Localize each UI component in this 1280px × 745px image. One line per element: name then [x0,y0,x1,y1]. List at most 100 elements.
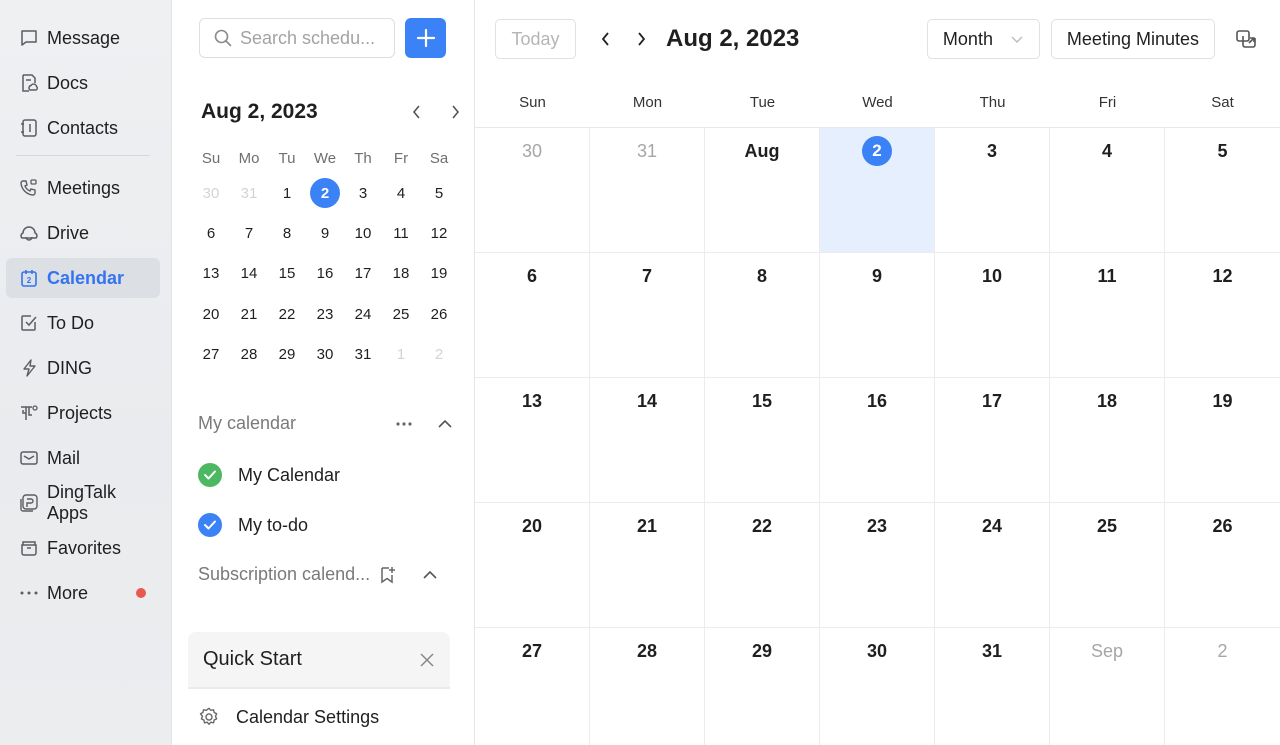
mini-day[interactable]: 20 [192,294,230,334]
mini-day[interactable]: 30 [306,334,344,374]
day-cell[interactable]: 26 [1165,503,1280,628]
search-box[interactable] [199,18,395,58]
mini-day[interactable]: 18 [382,254,420,294]
prev-month-button[interactable] [588,30,623,48]
mini-day[interactable]: 14 [230,254,268,294]
day-cell[interactable]: 28 [590,628,705,745]
nav-item-message[interactable]: Message [6,18,160,58]
close-quick-start-button[interactable] [419,652,435,668]
day-cell[interactable]: 17 [935,378,1050,503]
view-select[interactable]: Month [926,19,1040,59]
mini-day[interactable]: 4 [382,173,420,213]
mini-day[interactable]: 16 [306,254,344,294]
day-cell[interactable]: 10 [935,253,1050,378]
mini-day[interactable]: 2 [420,334,458,374]
search-input[interactable] [240,27,390,49]
nav-item-dingtalk-apps[interactable]: DingTalk Apps [6,482,160,523]
calendar-settings-item[interactable]: Calendar Settings [198,706,379,728]
mini-day[interactable]: 27 [192,334,230,374]
day-cell[interactable]: 3 [935,128,1050,253]
mini-day[interactable]: 23 [306,294,344,334]
day-cell[interactable]: 22 [705,503,820,628]
day-cell[interactable]: Sep [1050,628,1165,745]
day-cell[interactable]: 12 [1165,253,1280,378]
mini-day[interactable]: 6 [192,213,230,253]
mini-day[interactable]: 25 [382,294,420,334]
day-cell[interactable]: 9 [820,253,935,378]
day-cell[interactable]: 30 [475,128,590,253]
nav-item-more[interactable]: More [6,573,160,613]
day-cell[interactable]: 7 [590,253,705,378]
mini-day[interactable]: 22 [268,294,306,334]
mini-day-selected[interactable]: 2 [306,173,344,213]
day-cell[interactable]: 20 [475,503,590,628]
today-button[interactable]: Today [495,19,576,59]
day-cell[interactable]: Aug [705,128,820,253]
day-cell[interactable]: 27 [475,628,590,745]
mini-day[interactable]: 13 [192,254,230,294]
day-cell[interactable]: 25 [1050,503,1165,628]
day-cell[interactable]: 18 [1050,378,1165,503]
day-cell[interactable]: 23 [820,503,935,628]
checkbox-checked-icon[interactable] [198,513,222,537]
nav-item-to-do[interactable]: To Do [6,303,160,343]
nav-item-contacts[interactable]: Contacts [6,108,160,148]
day-cell[interactable]: 19 [1165,378,1280,503]
day-cell[interactable]: 14 [590,378,705,503]
day-cell[interactable]: 31 [935,628,1050,745]
checkbox-checked-icon[interactable] [198,463,222,487]
collapse-my-calendar-button[interactable] [437,419,453,429]
day-cell[interactable]: 2 [1165,628,1280,745]
mini-prev-month-button[interactable] [411,104,423,120]
day-cell[interactable]: 30 [820,628,935,745]
next-month-button[interactable] [623,30,658,48]
day-cell[interactable]: 5 [1165,128,1280,253]
calendar-list-item[interactable]: My to-do [198,513,308,537]
nav-item-projects[interactable]: Projects [6,393,160,433]
day-cell[interactable]: 8 [705,253,820,378]
mini-day[interactable]: 5 [420,173,458,213]
mini-day[interactable]: 12 [420,213,458,253]
mini-day[interactable]: 31 [230,173,268,213]
mini-day[interactable]: 26 [420,294,458,334]
nav-item-meetings[interactable]: Meetings [6,168,160,208]
mini-day[interactable]: 30 [192,173,230,213]
nav-item-ding[interactable]: DING [6,348,160,388]
day-cell[interactable]: 6 [475,253,590,378]
mini-day[interactable]: 28 [230,334,268,374]
mini-day[interactable]: 8 [268,213,306,253]
day-cell-today[interactable]: 2 [820,128,935,253]
subscribe-button[interactable] [380,566,396,584]
day-cell[interactable]: 11 [1050,253,1165,378]
nav-item-mail[interactable]: Mail [6,438,160,478]
mini-day[interactable]: 10 [344,213,382,253]
nav-item-docs[interactable]: Docs [6,63,160,103]
more-options-button[interactable] [395,421,413,427]
mini-day[interactable]: 3 [344,173,382,213]
day-cell[interactable]: 24 [935,503,1050,628]
mini-day[interactable]: 21 [230,294,268,334]
meeting-minutes-button[interactable]: Meeting Minutes [1050,19,1215,59]
mini-day[interactable]: 24 [344,294,382,334]
add-event-button[interactable] [405,18,446,58]
nav-item-favorites[interactable]: Favorites [6,528,160,568]
mini-day[interactable]: 1 [268,173,306,213]
day-cell[interactable]: 31 [590,128,705,253]
collapse-subscription-button[interactable] [422,570,438,580]
day-cell[interactable]: 21 [590,503,705,628]
mini-day[interactable]: 17 [344,254,382,294]
nav-item-calendar[interactable]: 2 Calendar [6,258,160,298]
open-window-button[interactable] [1226,29,1266,49]
day-cell[interactable]: 29 [705,628,820,745]
mini-day[interactable]: 11 [382,213,420,253]
mini-day[interactable]: 7 [230,213,268,253]
mini-day[interactable]: 15 [268,254,306,294]
mini-day[interactable]: 31 [344,334,382,374]
calendar-list-item[interactable]: My Calendar [198,463,340,487]
day-cell[interactable]: 4 [1050,128,1165,253]
mini-day[interactable]: 1 [382,334,420,374]
mini-day[interactable]: 19 [420,254,458,294]
mini-day[interactable]: 9 [306,213,344,253]
mini-day[interactable]: 29 [268,334,306,374]
mini-next-month-button[interactable] [449,104,461,120]
